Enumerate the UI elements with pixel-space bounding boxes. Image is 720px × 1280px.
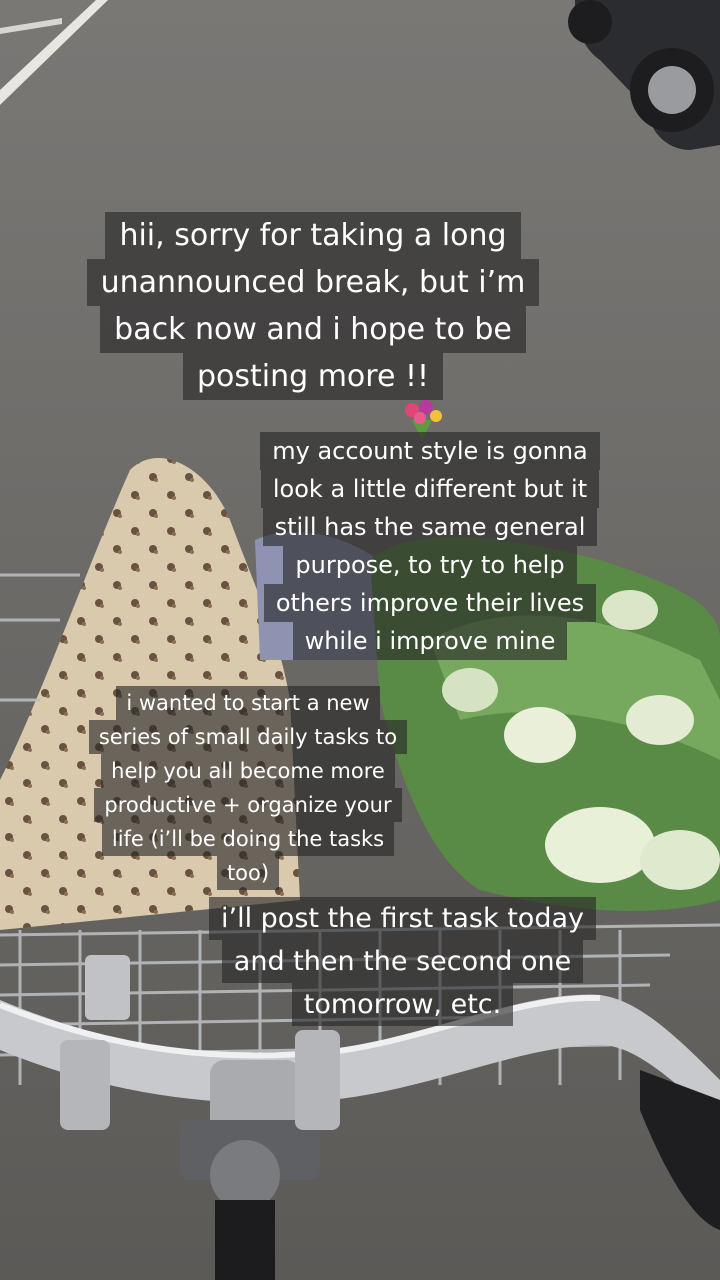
caption-line: posting more !! xyxy=(182,353,444,400)
caption-schedule: i’ll post the first task today and then … xyxy=(190,897,615,1026)
caption-line: productive + organize your xyxy=(94,788,402,822)
caption-line: i wanted to start a new xyxy=(116,686,380,720)
caption-line: look a little different but it xyxy=(260,470,600,508)
caption-line: help you all become more xyxy=(101,754,395,788)
caption-line: others improve their lives xyxy=(263,584,597,622)
story-frame: hii, sorry for taking a long unannounced… xyxy=(0,0,720,1280)
caption-daily-tasks: i wanted to start a new series of small … xyxy=(68,686,428,890)
caption-line: still has the same general xyxy=(262,508,598,546)
caption-line: hii, sorry for taking a long xyxy=(105,212,521,259)
caption-account-style: my account style is gonna look a little … xyxy=(240,432,620,660)
caption-line: series of small daily tasks to xyxy=(88,720,408,754)
caption-line: tomorrow, etc. xyxy=(291,983,514,1026)
caption-line: and then the second one xyxy=(221,940,584,983)
caption-line: my account style is gonna xyxy=(260,432,600,470)
caption-line: purpose, to try to help xyxy=(283,546,577,584)
caption-intro: hii, sorry for taking a long unannounced… xyxy=(60,212,566,400)
caption-line: while i improve mine xyxy=(292,622,568,660)
caption-line: unannounced break, but i’m xyxy=(86,259,540,306)
caption-line: i’ll post the first task today xyxy=(209,897,596,940)
caption-line: too) xyxy=(216,856,280,890)
caption-line: back now and i hope to be xyxy=(100,306,526,353)
caption-line: life (i’ll be doing the tasks xyxy=(101,822,395,856)
